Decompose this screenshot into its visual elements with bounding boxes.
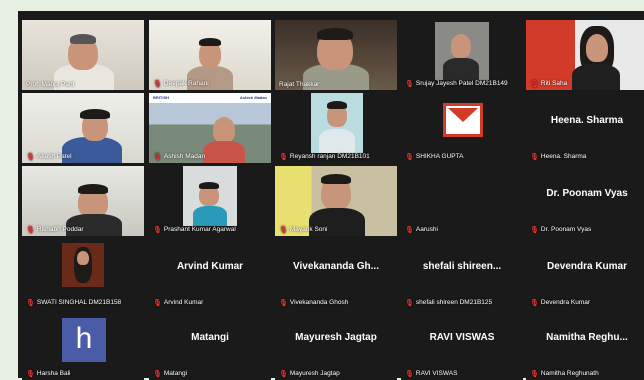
mic-muted-icon: 🎙 xyxy=(405,81,414,88)
participant-tile[interactable]: 🎙 Srujay Jayesh Patel DM21B149 xyxy=(401,20,523,90)
mic-muted-icon: 🎙 xyxy=(530,154,539,161)
participant-tile[interactable]: shefali shireen... 🎙 shefali shireen DM21… xyxy=(401,239,523,309)
participant-display-name: Devendra Kumar xyxy=(546,261,628,272)
participant-name: 🎙 SHIKHA GUPTA xyxy=(405,153,464,161)
participant-tile[interactable]: Matangi 🎙 Matangi xyxy=(149,310,271,380)
participant-name: 🎙 Heena. Sharma xyxy=(530,153,587,161)
participant-tile[interactable]: 🎙 Reyansh ranjan DM21B101 xyxy=(275,93,397,163)
participant-name: 🎙 shefali shireen DM21B125 xyxy=(405,299,493,307)
participant-tile[interactable]: 🎙 Prashant Kumar Agarwal xyxy=(149,166,271,236)
participant-display-name: Namitha Reghu... xyxy=(546,332,628,343)
participant-tile[interactable]: Namitha Reghu... 🎙 Namitha Reghunath xyxy=(526,310,644,380)
participant-name: 🎙 Ashish Madan xyxy=(153,153,206,161)
participant-tile[interactable]: Prof. Manoj Pant xyxy=(22,20,144,90)
participant-display-name: Mayuresh Jagtap xyxy=(295,332,377,343)
participant-tile[interactable]: h 🎙 Harsha Bali xyxy=(22,310,144,380)
mic-muted-icon: 🎙 xyxy=(279,227,288,234)
gallery-grid: Prof. Manoj Pant 🎙 Deepak Rahani Rajat Th… xyxy=(18,11,644,380)
participant-tile[interactable]: Rajat Thakkar xyxy=(275,20,397,90)
participant-name: 🎙 Aarushi xyxy=(405,226,438,234)
participant-tile[interactable]: 🎙 Akash Patel xyxy=(22,93,144,163)
mic-muted-icon: 🎙 xyxy=(405,227,414,234)
mic-muted-icon: 🎙 xyxy=(530,227,539,234)
mic-muted-icon: 🎙 xyxy=(153,227,162,234)
mic-muted-icon: 🎙 xyxy=(153,81,162,88)
mic-muted-icon: 🎙 xyxy=(279,371,288,378)
participant-tile[interactable]: Mayuresh Jagtap 🎙 Mayuresh Jagtap xyxy=(275,310,397,380)
participant-name: 🎙 Srujay Jayesh Patel DM21B149 xyxy=(405,80,508,88)
mic-muted-icon: 🎙 xyxy=(153,371,162,378)
participant-tile[interactable]: 🎙 Mayank Soni xyxy=(275,166,397,236)
participant-tile[interactable]: Devendra Kumar 🎙 Devendra Kumar xyxy=(526,239,644,309)
participant-tile[interactable]: RAVI VISWAS 🎙 RAVI VISWAS xyxy=(401,310,523,380)
mic-muted-icon: 🎙 xyxy=(405,300,414,307)
participant-name: 🎙 Matangi xyxy=(153,370,188,378)
participant-tile[interactable]: Dr. Poonam Vyas 🎙 Dr. Poonam Vyas xyxy=(526,166,644,236)
mic-muted-icon: 🎙 xyxy=(405,154,414,161)
mic-muted-icon: 🎙 xyxy=(279,154,288,161)
gmail-logo-icon xyxy=(443,103,483,137)
participant-name: 🎙 Vivekananda Ghosh xyxy=(279,299,349,307)
participant-tile[interactable]: 🎙 SWATI SINGHAL DM21B158 xyxy=(22,239,144,309)
participant-name: 🎙 Deepak Rahani xyxy=(153,80,209,88)
participant-name: 🎙 Rishabh Poddar xyxy=(26,226,84,234)
participant-tile[interactable]: 🎙 Rishabh Poddar xyxy=(22,166,144,236)
participant-display-name: Vivekananda Gh... xyxy=(293,261,379,272)
participant-name: 🎙 Prashant Kumar Agarwal xyxy=(153,226,236,234)
participant-tile[interactable]: 🎙 Riti Saha xyxy=(526,20,644,90)
participant-name: 🎙 Riti Saha xyxy=(530,80,568,88)
participant-display-name: Matangi xyxy=(191,332,229,343)
banner-left: BRITISH xyxy=(153,95,169,100)
participant-name: 🎙 Akash Patel xyxy=(26,153,72,161)
participant-name: 🎙 Harsha Bali xyxy=(26,370,71,378)
participant-display-name: shefali shireen... xyxy=(422,261,502,272)
mic-muted-icon: 🎙 xyxy=(530,300,539,307)
participant-tile[interactable]: Vivekananda Gh... 🎙 Vivekananda Ghosh xyxy=(275,239,397,309)
participant-name: 🎙 Dr. Poonam Vyas xyxy=(530,226,592,234)
participant-tile[interactable]: 🎙 Aarushi xyxy=(401,166,523,236)
mic-muted-icon: 🎙 xyxy=(153,154,162,161)
participant-name: 🎙 Namitha Reghunath xyxy=(530,370,599,378)
mic-muted-icon: 🎙 xyxy=(153,300,162,307)
participant-display-name: Heena. Sharma xyxy=(550,115,624,126)
mic-muted-icon: 🎙 xyxy=(26,227,35,234)
participant-tile[interactable]: Arvind Kumar 🎙 Arvind Kumar xyxy=(149,239,271,309)
participant-tile[interactable]: 🎙 Deepak Rahani xyxy=(149,20,271,90)
mic-muted-icon: 🎙 xyxy=(279,300,288,307)
participant-name: 🎙 Mayank Soni xyxy=(279,226,328,234)
banner-right: Ashish Madan xyxy=(239,95,267,100)
participant-display-name: RAVI VISWAS xyxy=(429,332,495,343)
participant-tile[interactable]: BRITISH Ashish Madan 🎙 Ashish Madan xyxy=(149,93,271,163)
participant-display-name: Dr. Poonam Vyas xyxy=(546,188,628,199)
mic-muted-icon: 🎙 xyxy=(26,371,35,378)
mic-muted-icon: 🎙 xyxy=(530,81,539,88)
mic-muted-icon: 🎙 xyxy=(26,154,35,161)
participant-name: Rajat Thakkar xyxy=(279,80,320,88)
participant-tile[interactable]: Heena. Sharma 🎙 Heena. Sharma xyxy=(526,93,644,163)
mic-muted-icon: 🎙 xyxy=(405,371,414,378)
mic-muted-icon: 🎙 xyxy=(530,371,539,378)
participant-name: 🎙 RAVI VISWAS xyxy=(405,370,458,378)
participant-name: Prof. Manoj Pant xyxy=(26,80,75,88)
avatar: h xyxy=(62,318,106,362)
participant-display-name: Arvind Kumar xyxy=(176,261,244,272)
mic-muted-icon: 🎙 xyxy=(26,300,35,307)
participant-name: 🎙 Arvind Kumar xyxy=(153,299,204,307)
participant-name: 🎙 SWATI SINGHAL DM21B158 xyxy=(26,299,122,307)
participant-name: 🎙 Mayuresh Jagtap xyxy=(279,370,340,378)
participant-name: 🎙 Devendra Kumar xyxy=(530,299,591,307)
participant-tile[interactable]: 🎙 SHIKHA GUPTA xyxy=(401,93,523,163)
participant-name: 🎙 Reyansh ranjan DM21B101 xyxy=(279,153,370,161)
